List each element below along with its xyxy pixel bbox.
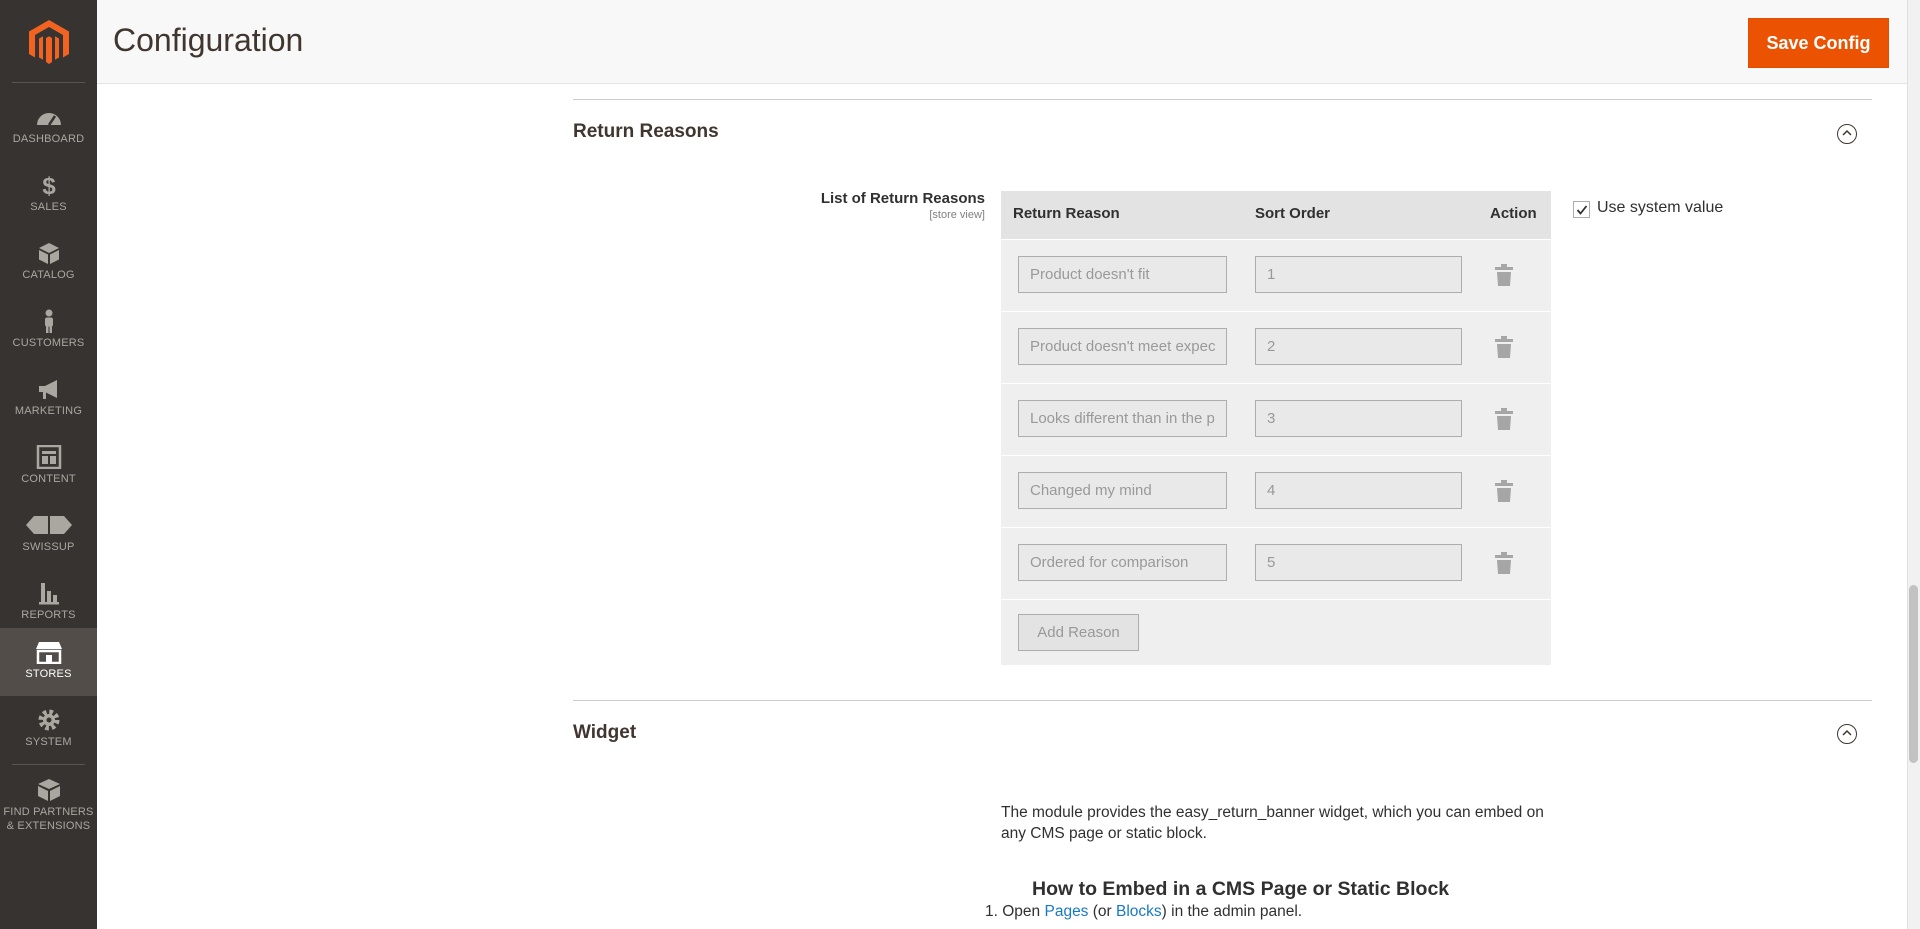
dashboard-icon (36, 113, 61, 126)
scrollbar-track[interactable] (1907, 0, 1920, 929)
nav-find-partners-label: FIND PARTNERS (3, 806, 94, 818)
field-label-text: List of Return Reasons (820, 190, 985, 207)
step-text: ) in the admin panel. (1161, 903, 1303, 920)
nav-marketing[interactable]: MARKETING (0, 365, 97, 433)
sort-order-input[interactable] (1255, 328, 1462, 365)
megaphone-icon (38, 380, 57, 399)
use-system-value-checkbox[interactable] (1573, 201, 1590, 218)
nav-content-label: CONTENT (21, 473, 76, 485)
logo-divider (12, 82, 85, 83)
nav-sales[interactable]: $ SALES (0, 161, 97, 229)
page-header: Configuration Save Config (97, 0, 1920, 84)
widget-description: The module provides the easy_return_bann… (1001, 804, 1544, 842)
sort-order-input[interactable] (1255, 544, 1462, 581)
nav-extensions-label: & EXTENSIONS (6, 820, 91, 832)
collapse-icon[interactable] (1837, 124, 1857, 144)
use-system-value-label: Use system value (1597, 199, 1724, 216)
page-title: Configuration (113, 22, 304, 58)
svg-text:$: $ (42, 173, 56, 197)
trash-icon[interactable] (1495, 552, 1513, 574)
nav-swissup[interactable]: SWISSUP (0, 501, 97, 569)
nav-reports-label: REPORTS (21, 609, 76, 621)
table-row (1001, 383, 1551, 455)
step-text: (or (1088, 903, 1116, 920)
table-row (1001, 239, 1551, 311)
nav-swissup-label: SWISSUP (22, 541, 75, 553)
save-config-button[interactable]: Save Config (1748, 18, 1889, 68)
return-reasons-grid: Return Reason Sort Order Action Add Reas… (1001, 191, 1551, 665)
trash-icon[interactable] (1495, 480, 1513, 502)
person-icon (44, 309, 53, 333)
nav-stores-label: STORES (25, 668, 72, 680)
extensions-icon (37, 779, 60, 801)
nav-reports[interactable]: REPORTS (0, 569, 97, 637)
magento-logo[interactable] (29, 20, 69, 64)
column-return-reason: Return Reason (1013, 205, 1120, 222)
nav-customers-label: CUSTOMERS (12, 337, 85, 349)
step-number: 1. (985, 903, 998, 920)
nav-divider (12, 764, 85, 765)
nav-dashboard[interactable]: DASHBOARD (0, 93, 97, 161)
return-reason-input[interactable] (1018, 328, 1227, 365)
sort-order-input[interactable] (1255, 472, 1462, 509)
embed-heading: How to Embed in a CMS Page or Static Blo… (1032, 878, 1450, 900)
step-text: Open (1002, 903, 1045, 920)
return-reason-input[interactable] (1018, 472, 1227, 509)
grid-header: Return Reason Sort Order Action (1001, 191, 1551, 239)
sort-order-input[interactable] (1255, 256, 1462, 293)
blocks-link[interactable]: Blocks (1116, 903, 1162, 920)
section-divider (573, 99, 1872, 100)
trash-icon[interactable] (1495, 336, 1513, 358)
bar-chart-icon (38, 583, 59, 605)
widget-section-title[interactable]: Widget (573, 722, 636, 744)
nav-catalog[interactable]: CATALOG (0, 229, 97, 297)
sort-order-input[interactable] (1255, 400, 1462, 437)
store-icon (35, 642, 62, 664)
nav-catalog-label: CATALOG (22, 269, 75, 281)
field-scope: [store view] (929, 209, 985, 221)
nav-marketing-label: MARKETING (14, 405, 83, 417)
grid-footer-divider (1001, 599, 1551, 600)
nav-find-partners[interactable]: FIND PARTNERS & EXTENSIONS (0, 766, 97, 844)
checkmark-icon (1576, 205, 1588, 215)
table-row (1001, 311, 1551, 383)
nav-stores[interactable]: STORES (0, 628, 97, 696)
nav-system-label: SYSTEM (25, 736, 72, 748)
add-reason-button[interactable]: Add Reason (1018, 614, 1139, 651)
collapse-icon[interactable] (1837, 724, 1857, 744)
nav-content[interactable]: CONTENT (0, 433, 97, 501)
return-reason-input[interactable] (1018, 544, 1227, 581)
trash-icon[interactable] (1495, 264, 1513, 286)
gear-icon (38, 709, 59, 731)
return-reasons-section-title[interactable]: Return Reasons (573, 121, 719, 143)
scrollbar-thumb[interactable] (1909, 585, 1918, 763)
admin-sidebar: DASHBOARD $ SALES CATALOG CUSTOMERS MARK… (0, 0, 97, 929)
return-reasons-field-label: List of Return Reasons [store view] (821, 190, 985, 221)
nav-customers[interactable]: CUSTOMERS (0, 297, 97, 365)
dollar-icon: $ (42, 173, 56, 197)
section-divider (573, 700, 1872, 701)
layout-icon (36, 445, 61, 469)
nav-sales-label: SALES (30, 201, 67, 213)
column-action: Action (1490, 205, 1537, 222)
swissup-icon (25, 516, 72, 534)
return-reason-input[interactable] (1018, 256, 1227, 293)
nav-dashboard-label: DASHBOARD (12, 133, 85, 145)
table-row (1001, 527, 1551, 599)
instruction-step: 1. Open Pages (or Blocks) in the admin p… (985, 903, 1302, 921)
pages-link[interactable]: Pages (1044, 903, 1088, 920)
return-reason-input[interactable] (1018, 400, 1227, 437)
nav-system[interactable]: SYSTEM (0, 696, 97, 764)
box-icon (38, 243, 59, 264)
trash-icon[interactable] (1495, 408, 1513, 430)
column-sort-order: Sort Order (1255, 205, 1331, 222)
table-row (1001, 455, 1551, 527)
